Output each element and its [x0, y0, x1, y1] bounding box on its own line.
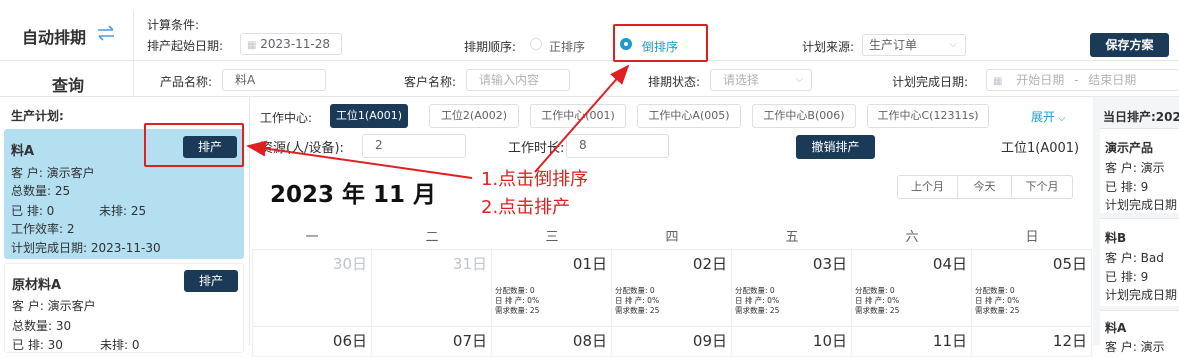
annotation-arrows [246, 64, 630, 179]
annotation-step-1: 1.点击倒排序 [481, 169, 589, 190]
annotation-step-2: 2.点击排产 [481, 197, 571, 218]
